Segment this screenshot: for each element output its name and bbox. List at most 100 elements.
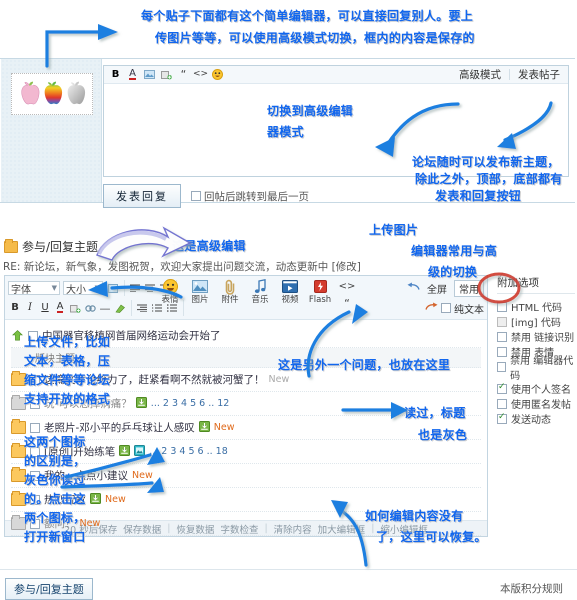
option-item[interactable]: 使用个人签名 [497,381,575,396]
music-note-icon [251,278,269,295]
flash-button[interactable]: Flash [305,278,335,312]
forum-rules-link[interactable]: 本版积分规则 [500,581,563,596]
emoticon-label: 表情 [161,295,179,305]
attach-icon [119,444,131,459]
option-item[interactable]: [img] 代码 [497,314,575,329]
plaintext-checkbox[interactable] [441,303,451,313]
avatar-column [1,59,102,202]
option-checkbox[interactable] [497,382,507,394]
thread-pagination[interactable]: ... 2 3 4 5 6 .. 18 [149,446,228,457]
image-button[interactable]: 图片 [185,278,215,312]
options-group-1: HTML 代码[img] 代码禁用 链接识别禁用 表情禁用 编辑器代码 [497,299,575,382]
advanced-mode-button[interactable]: 高级模式 [453,65,507,84]
annotation-icons-2: 的区别是， [24,454,86,468]
video-button[interactable]: 视频 [275,278,305,312]
media-buttons: 表情 图片 附件 音乐 视频 Flash <> “ [155,278,359,312]
annotation-post-any-1: 论坛随时可以发布新主题， [412,155,560,169]
new-badge: New [268,374,290,385]
thread-checkbox[interactable] [30,422,40,433]
quote-icon[interactable]: “ [176,68,191,82]
font-family-select[interactable]: 字体 ▼ [8,281,60,296]
thread-pagination[interactable]: ... 2 3 4 5 6 .. 12 [151,398,230,409]
post-thread-button[interactable]: 发表帖子 [512,65,566,84]
indent-icon[interactable] [135,301,149,315]
annotation-icons-3: 灰色你读过 [24,473,86,487]
annotation-toggle-2: 级的切换 [428,265,478,279]
jump-last-page-checkbox[interactable] [191,191,201,201]
video-icon [281,278,299,295]
underline-icon[interactable]: U [38,301,52,315]
bold-icon[interactable]: B [108,68,123,82]
annotation-restore-2: 了，这里可以恢复。 [376,530,487,544]
paperclip-icon [221,278,239,295]
option-item[interactable]: 使用匿名发帖 [497,396,575,411]
jump-last-page-option[interactable]: 回帖后跳转到最后一页 [191,189,309,204]
option-checkbox[interactable] [497,412,507,424]
emoticon-button[interactable]: 表情 [155,278,185,312]
jump-last-page-label: 回帖后跳转到最后一页 [204,190,309,203]
annotation-icons-5: 两个图标， [24,511,86,525]
toolbar-separator [124,280,125,296]
font-size-value: 大小 [66,284,86,296]
thread-title[interactable]: 老照片-邓小平的乒乓球让人感叹 [44,420,195,435]
annotation-switch-adv-2: 器模式 [267,125,304,139]
page-root: B A “ <> 高级模式 发表帖子 发表回复 回帖后跳转到最后一页 参与/回复… [0,0,577,600]
quote-icon[interactable]: “ [338,295,356,312]
option-label: 禁用 编辑器代码 [510,355,574,382]
annotation-icons-6: 打开新窗口 [24,530,86,544]
smiley-icon [161,278,179,295]
option-checkbox[interactable] [497,361,507,372]
option-item[interactable]: 发送动态 [497,411,575,426]
option-checkbox[interactable] [497,331,507,342]
folder-icon [11,419,26,434]
font-color-icon[interactable]: A [53,301,67,315]
annotation-post-any-2: 除此之外，顶部，底部都有 [415,172,563,186]
clear-format-icon[interactable] [113,301,127,315]
smiley-icon[interactable] [210,68,225,82]
italic-icon[interactable]: I [23,301,37,315]
option-label: 使用个人签名 [511,385,571,396]
attachment-button[interactable]: 附件 [215,278,245,312]
advanced-toolbar: 字体 ▼ 大小 ▼ B I U A — 表情 图片 附件 音乐 视频 Flash… [5,276,487,320]
attach-icon [90,492,101,507]
undo-icon[interactable] [407,282,420,294]
horizontal-rule-icon[interactable]: — [98,301,112,315]
simple-editor-toolbar: B A “ <> 高级模式 发表帖子 [104,66,568,84]
option-label: 发送动态 [511,415,551,426]
link-icon[interactable] [68,301,82,315]
redo-icon[interactable] [425,302,438,314]
annotation-switch-adv-1: 切换到高级编辑 [267,104,354,118]
background-color-icon[interactable] [106,281,120,295]
code-icon[interactable]: <> [193,68,208,82]
option-item[interactable]: 禁用 链接识别 [497,329,575,344]
music-button[interactable]: 音乐 [245,278,275,312]
submit-reply-button[interactable]: 发表回复 [103,184,181,208]
annotation-upload-file-1: 上传文件，比如 [24,335,111,349]
attachment-icon[interactable] [159,68,174,82]
image-icon[interactable] [142,68,157,82]
reply-topic-button[interactable]: 参与/回复主题 [5,578,93,600]
source-code-button[interactable]: <> “ [335,278,359,312]
annotation-read-2: 也是灰色 [418,428,468,442]
page-title: 参与/回复主题 [22,240,99,254]
toolbar-separator [509,69,510,80]
option-item[interactable]: 禁用 编辑器代码 [497,356,575,382]
option-checkbox[interactable] [497,398,507,409]
chevron-down-icon: ▼ [51,284,57,292]
option-checkbox[interactable] [497,346,507,357]
option-label: HTML 代码 [511,303,563,314]
common-mode-button[interactable]: 常用 [454,279,484,297]
option-checkbox[interactable] [497,316,507,327]
font-size-select[interactable]: 大小 ▼ [63,281,103,296]
option-checkbox[interactable] [497,301,507,312]
fullscreen-button[interactable]: 全屏 [423,281,451,296]
annotation-another-question: 这是另外一个问题，也放在这里 [278,358,451,372]
font-color-icon[interactable]: A [125,68,140,82]
bold-icon[interactable]: B [8,301,22,315]
option-item[interactable]: HTML 代码 [497,299,575,314]
folder-icon [4,238,18,253]
unlink-icon[interactable] [83,301,97,315]
new-badge: New [105,494,126,505]
annotation-icons-4: 的。点击这 [24,492,86,506]
align-left-icon[interactable] [128,281,142,295]
